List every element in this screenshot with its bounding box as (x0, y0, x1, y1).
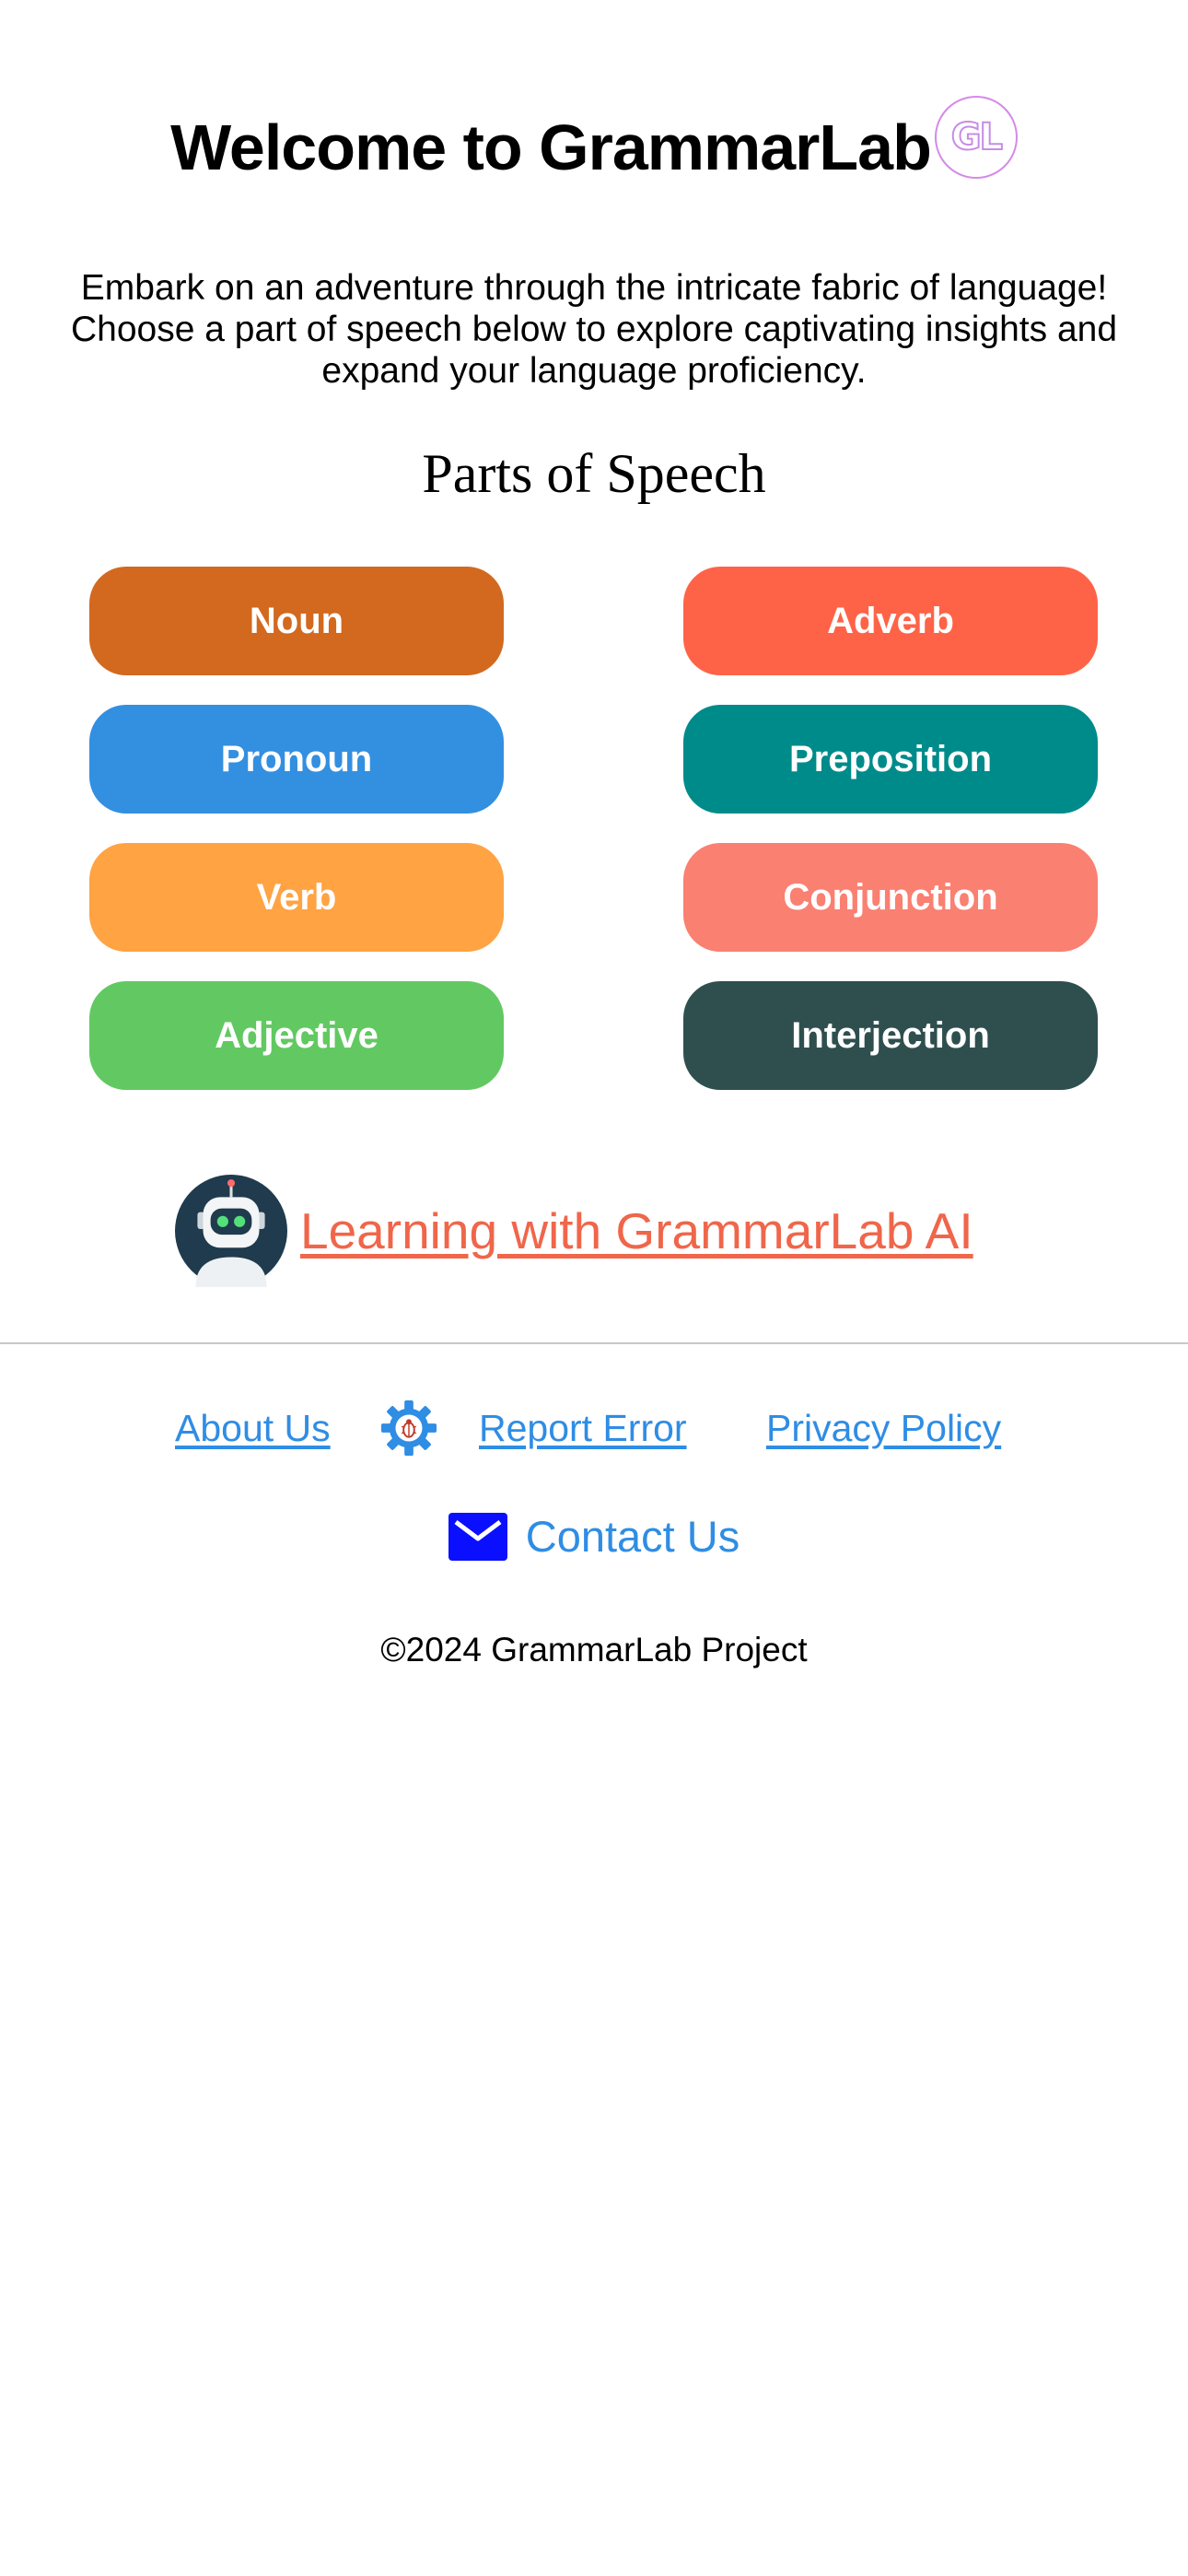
adjective-button[interactable]: Adjective (89, 981, 504, 1090)
mail-icon (448, 1512, 507, 1561)
about-us-link[interactable]: About Us (175, 1396, 331, 1460)
conjunction-button[interactable]: Conjunction (683, 843, 1098, 952)
pronoun-button[interactable]: Pronoun (89, 705, 504, 814)
ai-learning-link[interactable]: Learning with GrammarLab AI (300, 1201, 973, 1260)
page-title: Welcome to GrammarLab (170, 111, 932, 183)
grammarlab-logo-icon: GL (934, 96, 1018, 179)
noun-button[interactable]: Noun (89, 567, 504, 675)
page: Welcome to GrammarLab GL Embark on an ad… (0, 0, 1188, 2576)
contact-us-row[interactable]: Contact Us (0, 1511, 1188, 1562)
privacy-policy-link[interactable]: Privacy Policy (766, 1396, 1001, 1460)
interjection-button[interactable]: Interjection (683, 981, 1098, 1090)
footer-links: About Us Report Error Privacy Policy (0, 1396, 1188, 1460)
bug-gear-icon[interactable] (380, 1399, 437, 1457)
adverb-button[interactable]: Adverb (683, 567, 1098, 675)
divider (0, 1342, 1188, 1344)
contact-us-link[interactable]: Contact Us (526, 1511, 740, 1562)
intro-text: Embark on an adventure through the intri… (70, 268, 1118, 391)
robot-icon (175, 1175, 287, 1287)
header: Welcome to GrammarLab GL (0, 96, 1188, 184)
report-error-link[interactable]: Report Error (479, 1396, 687, 1460)
preposition-button[interactable]: Preposition (683, 705, 1098, 814)
copyright-text: ©2024 GrammarLab Project (380, 1631, 808, 1669)
ai-learning-row[interactable]: Learning with GrammarLab AI (175, 1175, 973, 1287)
verb-button[interactable]: Verb (89, 843, 504, 952)
parts-of-speech-heading: Parts of Speech (422, 443, 766, 504)
